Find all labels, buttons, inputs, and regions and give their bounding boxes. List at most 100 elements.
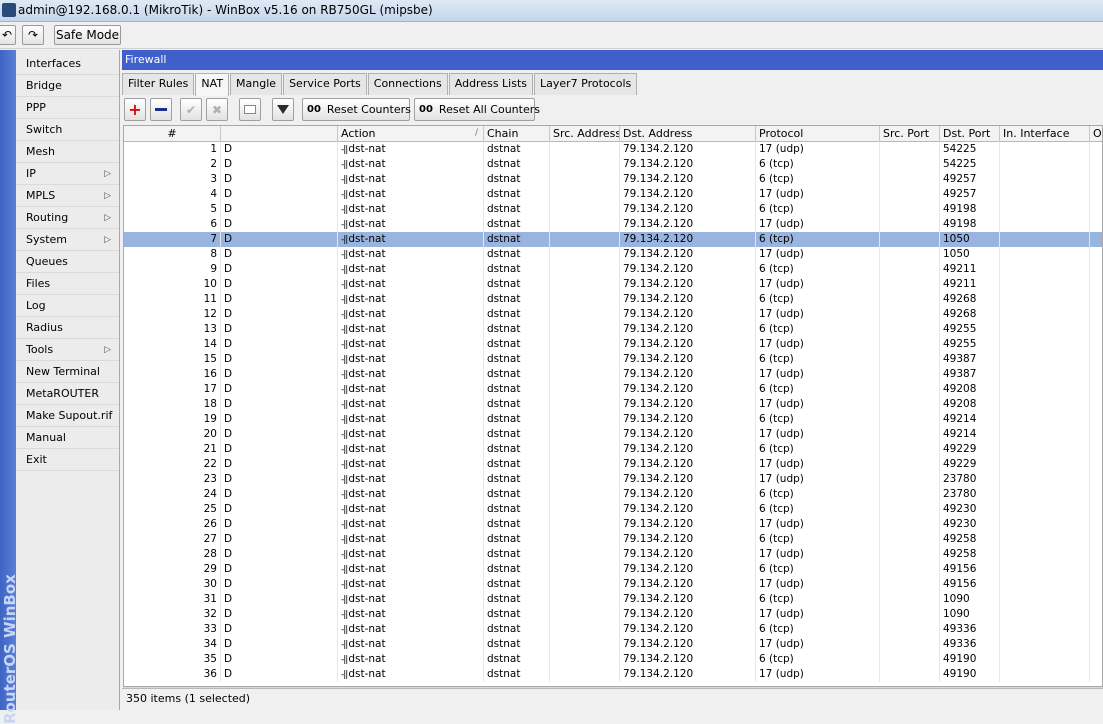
col-dst-port-header[interactable]: Dst. Port [940, 126, 1000, 142]
sidebar-item-exit[interactable]: Exit [16, 449, 119, 471]
table-row[interactable]: 11 D -||dst-nat dstnat 79.134.2.120 6 (tcp) 49… [124, 292, 1102, 307]
cell-chain: dstnat [484, 142, 550, 157]
cell-dst-port: 54225 [940, 142, 1000, 157]
sidebar-item-bridge[interactable]: Bridge [16, 75, 119, 97]
sidebar-item-metarouter[interactable]: MetaROUTER [16, 383, 119, 405]
table-row[interactable]: 6 D -||dst-nat dstnat 79.134.2.120 17 (udp) 49… [124, 217, 1102, 232]
table-row[interactable]: 33 D -||dst-nat dstnat 79.134.2.120 6 (tcp) 49… [124, 622, 1102, 637]
empty-cell [550, 667, 620, 682]
tab-address-lists[interactable]: Address Lists [448, 73, 534, 95]
sidebar-item-interfaces[interactable]: Interfaces [16, 53, 119, 75]
table-row[interactable]: 15 D -||dst-nat dstnat 79.134.2.120 6 (tcp) 49… [124, 352, 1102, 367]
sidebar-item-ip[interactable]: IP ▷ [16, 163, 119, 185]
remove-button[interactable] [150, 98, 172, 121]
col-src-port-header[interactable]: Src. Port [880, 126, 940, 142]
col-in-interface-header[interactable]: In. Interface [1000, 126, 1090, 142]
table-row[interactable]: 36 D -||dst-nat dstnat 79.134.2.120 17 (udp) 4… [124, 667, 1102, 682]
undo-button[interactable]: ↶ [0, 25, 16, 45]
sidebar-item-manual[interactable]: Manual [16, 427, 119, 449]
redo-button[interactable]: ↷ [22, 25, 44, 45]
reset-all-counters-button[interactable]: 00 Reset All Counters [414, 98, 540, 121]
table-row[interactable]: 18 D -||dst-nat dstnat 79.134.2.120 17 (udp) 4… [124, 397, 1102, 412]
plus-icon: + [128, 100, 142, 119]
sidebar-item-radius[interactable]: Radius [16, 317, 119, 339]
add-button[interactable]: + [124, 98, 146, 121]
sidebar-item-system[interactable]: System ▷ [16, 229, 119, 251]
table-row[interactable]: 22 D -||dst-nat dstnat 79.134.2.120 17 (udp) 4… [124, 457, 1102, 472]
table-row[interactable]: 21 D -||dst-nat dstnat 79.134.2.120 6 (tcp) 49… [124, 442, 1102, 457]
table-row[interactable]: 4 D -||dst-nat dstnat 79.134.2.120 17 (udp) 49… [124, 187, 1102, 202]
table-row[interactable]: 24 D -||dst-nat dstnat 79.134.2.120 6 (tcp) 23… [124, 487, 1102, 502]
col-number-header[interactable]: # [124, 126, 221, 142]
table-row[interactable]: 5 D -||dst-nat dstnat 79.134.2.120 6 (tcp) 491… [124, 202, 1102, 217]
table-row[interactable]: 35 D -||dst-nat dstnat 79.134.2.120 6 (tcp) 49… [124, 652, 1102, 667]
table-row[interactable]: 13 D -||dst-nat dstnat 79.134.2.120 6 (tcp) 49… [124, 322, 1102, 337]
action-label: dst-nat [348, 173, 386, 185]
table-row[interactable]: 27 D -||dst-nat dstnat 79.134.2.120 6 (tcp) 49… [124, 532, 1102, 547]
sidebar-item-ppp[interactable]: PPP [16, 97, 119, 119]
sidebar-item-files[interactable]: Files [16, 273, 119, 295]
sidebar-item-queues[interactable]: Queues [16, 251, 119, 273]
empty-cell [1000, 412, 1090, 427]
table-row[interactable]: 29 D -||dst-nat dstnat 79.134.2.120 6 (tcp) 49… [124, 562, 1102, 577]
filter-button[interactable] [272, 98, 294, 121]
table-row[interactable]: 20 D -||dst-nat dstnat 79.134.2.120 17 (udp) 4… [124, 427, 1102, 442]
disable-button[interactable]: ✖ [206, 98, 228, 121]
sidebar-item-mpls[interactable]: MPLS ▷ [16, 185, 119, 207]
reset-counters-button[interactable]: 00 Reset Counters [302, 98, 411, 121]
empty-cell [1000, 232, 1090, 247]
cell-dst-port: 1090 [940, 592, 1000, 607]
empty-cell [880, 262, 940, 277]
tab-connections[interactable]: Connections [367, 73, 448, 95]
col-protocol-header[interactable]: Protocol [756, 126, 880, 142]
comment-button[interactable] [239, 98, 261, 121]
col-flag-header[interactable] [221, 126, 338, 142]
table-row[interactable]: 8 D -||dst-nat dstnat 79.134.2.120 17 (udp) 10… [124, 247, 1102, 262]
tab-filter-rules[interactable]: Filter Rules [122, 73, 195, 95]
table-row[interactable]: 34 D -||dst-nat dstnat 79.134.2.120 17 (udp) 4… [124, 637, 1102, 652]
sidebar-item-routing[interactable]: Routing ▷ [16, 207, 119, 229]
tab-nat[interactable]: NAT [195, 73, 230, 96]
table-row[interactable]: 9 D -||dst-nat dstnat 79.134.2.120 6 (tcp) 492… [124, 262, 1102, 277]
col-chain-header[interactable]: Chain [484, 126, 550, 142]
col-src-address-header[interactable]: Src. Address [550, 126, 620, 142]
empty-cell [550, 532, 620, 547]
col-dst-address-header[interactable]: Dst. Address [620, 126, 756, 142]
dst-nat-action-icon: -|| [341, 265, 348, 275]
enable-button[interactable]: ✔ [180, 98, 202, 121]
dst-nat-action-icon: -|| [341, 535, 348, 545]
table-row[interactable]: 16 D -||dst-nat dstnat 79.134.2.120 17 (udp) 4… [124, 367, 1102, 382]
table-row[interactable]: 28 D -||dst-nat dstnat 79.134.2.120 17 (udp) 4… [124, 547, 1102, 562]
table-row[interactable]: 23 D -||dst-nat dstnat 79.134.2.120 17 (udp) 2… [124, 472, 1102, 487]
sidebar-item-switch[interactable]: Switch [16, 119, 119, 141]
table-row[interactable]: 7 D -||dst-nat dstnat 79.134.2.120 6 (tcp) 105… [124, 232, 1102, 247]
table-row[interactable]: 2 D -||dst-nat dstnat 79.134.2.120 6 (tcp) 542… [124, 157, 1102, 172]
cell-chain: dstnat [484, 232, 550, 247]
empty-cell [880, 562, 940, 577]
tab-layer7-protocols[interactable]: Layer7 Protocols [534, 73, 638, 95]
safe-mode-button[interactable]: Safe Mode [54, 25, 121, 45]
cell-dst-address: 79.134.2.120 [620, 277, 756, 292]
col-out-interface-header[interactable]: Ou [1090, 126, 1102, 142]
table-row[interactable]: 30 D -||dst-nat dstnat 79.134.2.120 17 (udp) 4… [124, 577, 1102, 592]
table-row[interactable]: 3 D -||dst-nat dstnat 79.134.2.120 6 (tcp) 492… [124, 172, 1102, 187]
table-row[interactable]: 12 D -||dst-nat dstnat 79.134.2.120 17 (udp) 4… [124, 307, 1102, 322]
tab-mangle[interactable]: Mangle [230, 73, 283, 95]
table-row[interactable]: 26 D -||dst-nat dstnat 79.134.2.120 17 (udp) 4… [124, 517, 1102, 532]
table-row[interactable]: 1 D -||dst-nat dstnat 79.134.2.120 17 (udp) 54… [124, 142, 1102, 157]
table-row[interactable]: 32 D -||dst-nat dstnat 79.134.2.120 17 (udp) 1… [124, 607, 1102, 622]
cell-protocol: 6 (tcp) [756, 172, 880, 187]
sidebar-item-make-supout-rif[interactable]: Make Supout.rif [16, 405, 119, 427]
sidebar-item-mesh[interactable]: Mesh [16, 141, 119, 163]
table-row[interactable]: 17 D -||dst-nat dstnat 79.134.2.120 6 (tcp) 49… [124, 382, 1102, 397]
table-row[interactable]: 31 D -||dst-nat dstnat 79.134.2.120 6 (tcp) 10… [124, 592, 1102, 607]
tab-service-ports[interactable]: Service Ports [283, 73, 367, 95]
table-row[interactable]: 25 D -||dst-nat dstnat 79.134.2.120 6 (tcp) 49… [124, 502, 1102, 517]
sidebar-item-tools[interactable]: Tools ▷ [16, 339, 119, 361]
table-row[interactable]: 19 D -||dst-nat dstnat 79.134.2.120 6 (tcp) 49… [124, 412, 1102, 427]
table-row[interactable]: 10 D -||dst-nat dstnat 79.134.2.120 17 (udp) 4… [124, 277, 1102, 292]
sidebar-item-log[interactable]: Log [16, 295, 119, 317]
col-action-header[interactable]: Action / [338, 126, 484, 142]
sidebar-item-new-terminal[interactable]: New Terminal [16, 361, 119, 383]
table-row[interactable]: 14 D -||dst-nat dstnat 79.134.2.120 17 (udp) 4… [124, 337, 1102, 352]
